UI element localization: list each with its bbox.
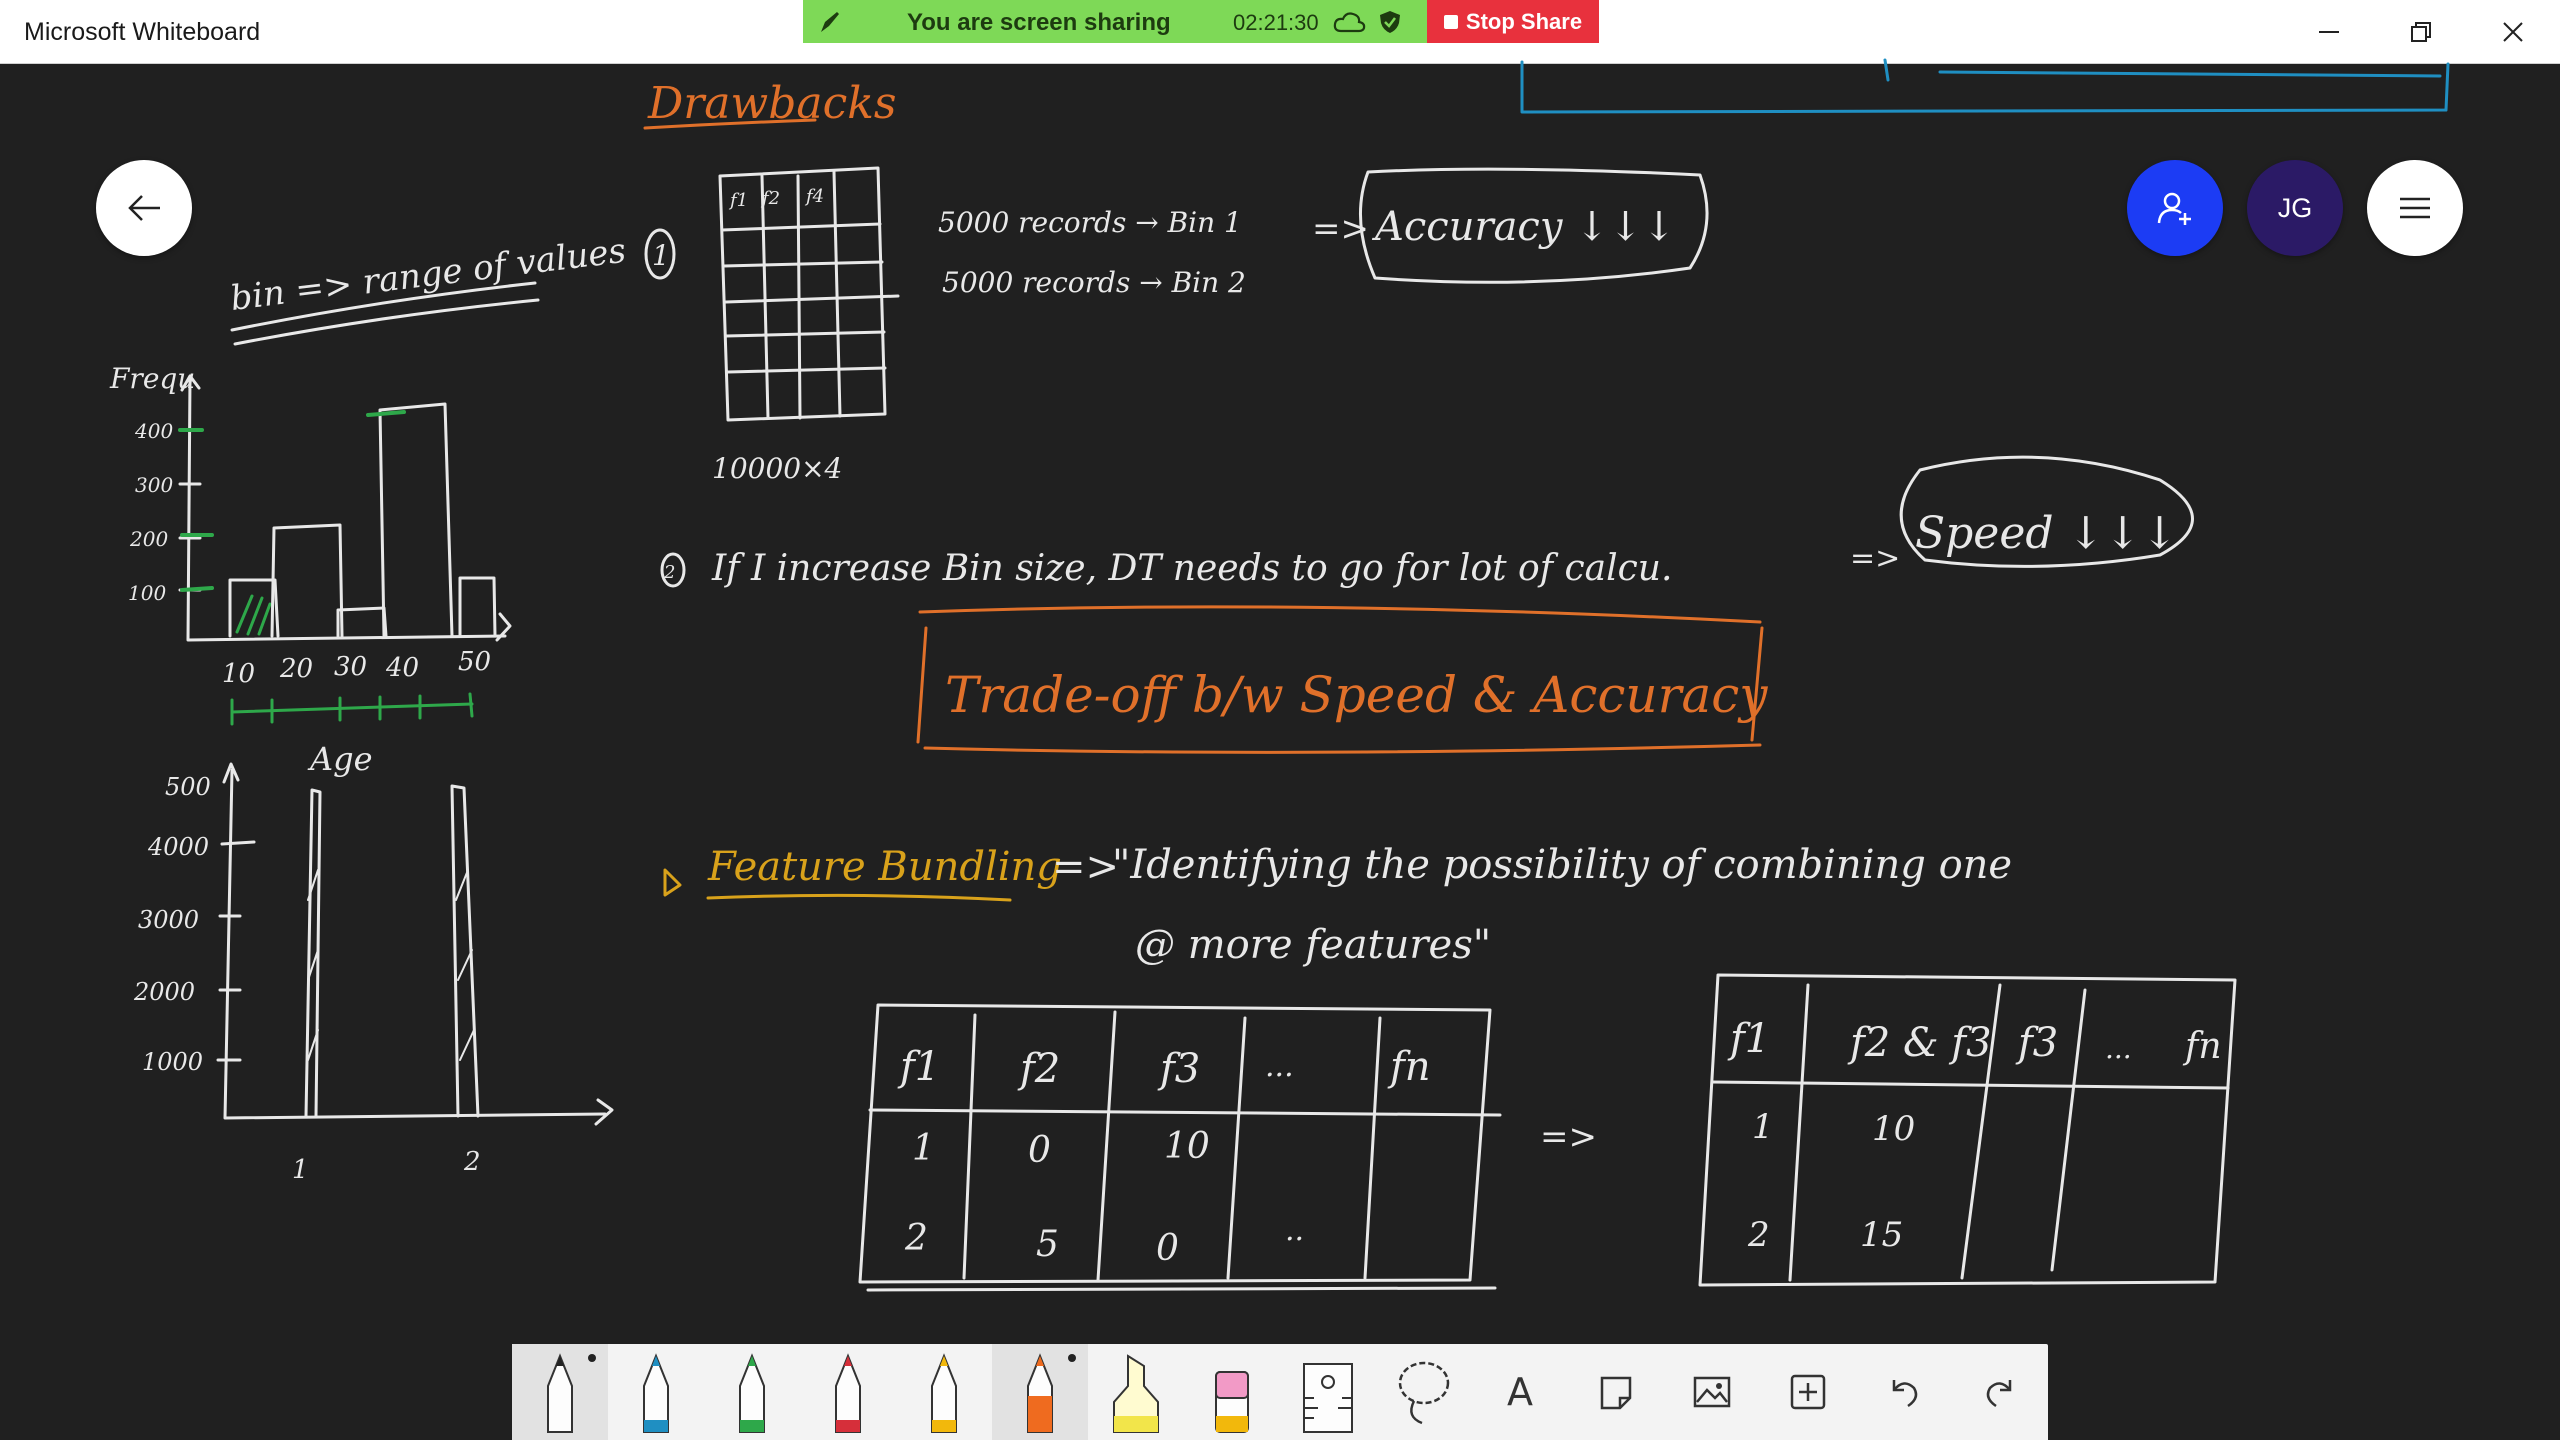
cloud-icon [1333, 12, 1366, 33]
undo-button[interactable] [1856, 1344, 1952, 1440]
image-tool[interactable] [1664, 1344, 1760, 1440]
selected-indicator [1068, 1354, 1076, 1362]
pen-blue-icon [643, 1353, 669, 1433]
stop-share-button[interactable]: Stop Share [1427, 0, 1599, 43]
redo-button[interactable] [1952, 1344, 2048, 1440]
lasso-icon [1398, 1361, 1450, 1425]
stop-share-label: Stop Share [1465, 8, 1583, 34]
ink-toolbar: A [512, 1344, 2048, 1440]
pen-yellow-tool[interactable] [896, 1344, 992, 1440]
minimize-icon [2319, 31, 2339, 33]
app-title: Microsoft Whiteboard [24, 18, 261, 46]
pen-black-tool[interactable] [512, 1344, 608, 1440]
image-icon [1693, 1376, 1731, 1408]
text-tool[interactable]: A [1472, 1344, 1568, 1440]
undo-icon [1892, 1380, 1918, 1408]
add-person-icon [2157, 192, 2191, 225]
user-avatar[interactable]: JG [2247, 160, 2343, 256]
pen-red-icon [835, 1353, 861, 1433]
pen-orange-icon [1027, 1353, 1053, 1433]
selected-indicator [588, 1354, 596, 1362]
pen-icon [821, 12, 839, 32]
arrow-left-icon [128, 195, 160, 221]
pen-orange-tool[interactable] [992, 1344, 1088, 1440]
restore-button[interactable] [2376, 6, 2466, 58]
share-timer: 02:21:30 [1233, 10, 1319, 35]
text-tool-glyph: A [1507, 1370, 1533, 1414]
menu-button[interactable] [2367, 160, 2463, 256]
invite-button[interactable] [2127, 160, 2223, 256]
pen-black-icon [547, 1353, 573, 1433]
pen-yellow-icon [931, 1353, 957, 1433]
eraser-icon [1215, 1371, 1249, 1433]
back-button[interactable] [96, 160, 192, 256]
whiteboard-canvas[interactable] [0, 65, 2560, 1440]
share-status-text: You are screen sharing [907, 9, 1171, 36]
pen-blue-tool[interactable] [608, 1344, 704, 1440]
highlighter-icon [1113, 1354, 1159, 1433]
screen-share-banner: You are screen sharing 02:21:30 Stop Sha… [803, 0, 1599, 43]
pen-red-tool[interactable] [800, 1344, 896, 1440]
hamburger-icon [2400, 197, 2430, 219]
insert-tool[interactable] [1760, 1344, 1856, 1440]
redo-icon [1986, 1380, 2012, 1408]
close-icon [2503, 22, 2523, 42]
stop-icon [1443, 14, 1458, 29]
shield-icon [1380, 11, 1400, 33]
lasso-tool[interactable] [1376, 1344, 1472, 1440]
highlighter-tool[interactable] [1088, 1344, 1184, 1440]
minimize-button[interactable] [2284, 6, 2374, 58]
eraser-tool[interactable] [1184, 1344, 1280, 1440]
restore-icon [2411, 22, 2431, 42]
pen-green-icon [739, 1353, 765, 1433]
note-icon [1600, 1376, 1632, 1410]
pen-green-tool[interactable] [704, 1344, 800, 1440]
note-tool[interactable] [1568, 1344, 1664, 1440]
close-button[interactable] [2468, 6, 2558, 58]
plus-box-icon [1790, 1374, 1826, 1410]
ruler-tool[interactable] [1280, 1344, 1376, 1440]
ruler-icon [1303, 1363, 1353, 1433]
